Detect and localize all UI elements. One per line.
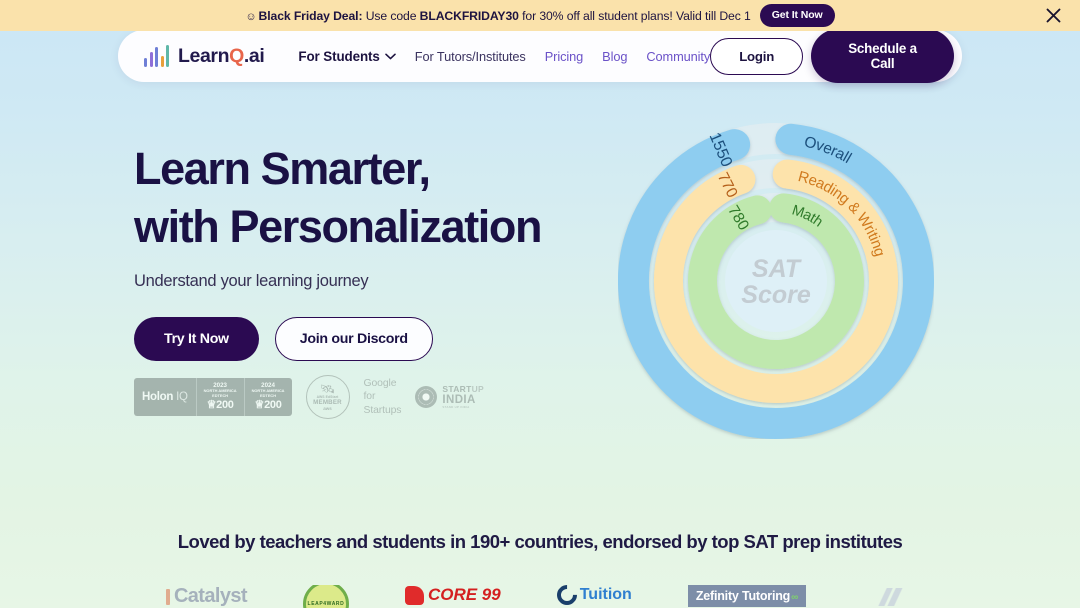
learnq-waveform-icon	[144, 45, 169, 67]
tuition-mark-icon	[552, 585, 581, 608]
donut-center-label-line-1: SAT	[752, 255, 803, 283]
nav-links: For Students For Tutors/Institutes Prici…	[298, 47, 710, 65]
partner-logo-swoosh	[862, 588, 915, 606]
smiley-icon: ☺	[245, 10, 257, 23]
holoniq-name-light: IQ	[176, 391, 188, 403]
holoniq-badge: Holon IQ 2023 NORTH AMERICA EDTECH ♕200 …	[134, 378, 292, 416]
google-line-2: for	[363, 391, 376, 403]
close-icon[interactable]	[1042, 5, 1064, 27]
hero-cta-group: Try It Now Join our Discord	[134, 317, 604, 362]
schedule-a-call-button[interactable]: Schedule a Call	[811, 29, 954, 83]
try-it-now-button[interactable]: Try It Now	[134, 317, 259, 362]
hero-title-line-1: Learn Smarter,	[134, 143, 431, 194]
holoniq-cell-2024: 2024 NORTH AMERICA EDTECH ♕200	[245, 378, 292, 416]
page-title: Learn Smarter, with Personalization	[134, 140, 604, 256]
google-line-1: Google	[363, 378, 397, 390]
award-badges: Holon IQ 2023 NORTH AMERICA EDTECH ♕200 …	[134, 375, 484, 419]
hero-subtitle: Understand your learning journey	[134, 272, 369, 291]
sat-score-donut-chart: Overall 1550 Reading & Writing 770 Math 780 S…	[618, 123, 934, 439]
partner-logo-tuition: Tuition	[552, 585, 632, 608]
donut-center-label-line-2: Score	[741, 281, 811, 309]
nav-item-for-tutors[interactable]: For Tutors/Institutes	[415, 49, 526, 64]
startup-india-text: STARTUP INDIA STAND UP INDIA	[442, 385, 484, 409]
partner-logos: Catalyst LEAP4WARD CORE 99 Tuition Zefin…	[0, 585, 1080, 608]
partner-logo-zefinity: Zefinity Tutoring ∞	[687, 585, 807, 607]
startup-india-line-1: STARTUP	[442, 383, 485, 394]
nav-item-for-students[interactable]: For Students	[298, 47, 396, 65]
core99-mark-icon	[404, 585, 424, 605]
promo-text-before-code: Use code	[362, 8, 420, 23]
social-proof-headline: Loved by teachers and students in 190+ c…	[177, 531, 903, 552]
donut-svg: Overall1550Reading & Writing770Math780 S…	[618, 123, 934, 439]
holoniq-cell-2023: 2023 NORTH AMERICA EDTECH ♕200	[197, 378, 245, 416]
partner-logo-catalyst: Catalyst	[165, 585, 248, 608]
nav-item-pricing[interactable]: Pricing	[545, 49, 584, 64]
partner-label-catalyst: Catalyst	[173, 585, 248, 607]
brand-name-q: Q	[229, 44, 244, 67]
promo-banner: ☺ Black Friday Deal: Use code BLACKFRIDAY…	[0, 0, 1080, 31]
promo-banner-text: ☺ Black Friday Deal: Use code BLACKFRIDAY…	[245, 9, 750, 23]
partner-logo-core99: CORE 99	[404, 585, 501, 605]
nav-item-community[interactable]: Community	[646, 49, 710, 64]
partner-label-zefinity: Zefinity Tutoring	[695, 589, 791, 603]
get-it-now-button[interactable]: Get It Now	[759, 4, 835, 27]
login-button[interactable]: Login	[710, 37, 804, 75]
infinity-icon: ∞	[791, 592, 799, 603]
nav-item-blog[interactable]: Blog	[602, 49, 627, 64]
partner-label-tuition: Tuition	[579, 586, 632, 603]
main-navbar: LearnQ.ai For Students For Tutors/Instit…	[118, 29, 962, 83]
brand-name-main: Learn	[178, 44, 230, 67]
holoniq-rank: ♕200	[206, 399, 234, 412]
holoniq-rank: ♕200	[254, 399, 282, 412]
india-emblem-icon	[415, 386, 438, 408]
aws-edstart-badge: 🛰 AWS EdStart MEMBER aws	[305, 375, 350, 419]
startup-india-badge: STARTUP INDIA STAND UP INDIA	[415, 385, 484, 409]
google-for-startups-badge: Google for Startups	[364, 377, 402, 417]
google-line-3: Startups	[363, 404, 402, 416]
promo-text-after-code: for 30% off all student plans! Valid til…	[518, 8, 751, 23]
nav-actions: Login Schedule a Call	[710, 29, 954, 83]
nav-item-for-students-label: For Students	[298, 48, 380, 64]
aws-member-label: MEMBER	[313, 399, 342, 406]
partner-logo-leap4ward: LEAP4WARD	[302, 585, 349, 608]
brand-logo[interactable]: LearnQ.ai	[144, 44, 265, 68]
promo-banner-content: ☺ Black Friday Deal: Use code BLACKFRIDAY…	[245, 4, 835, 27]
partner-label-core99: CORE 99	[427, 585, 501, 604]
brand-name-tail: .ai	[243, 44, 265, 67]
partner-label-leap4ward: LEAP4WARD	[307, 601, 345, 607]
aws-label: aws	[323, 406, 332, 411]
holoniq-name: Holon IQ	[134, 378, 197, 416]
startup-india-line-3: STAND UP INDIA	[442, 404, 470, 409]
join-our-discord-button[interactable]: Join our Discord	[274, 317, 433, 362]
holoniq-name-main: Holon	[142, 391, 174, 403]
hero-section: Learn Smarter, with Personalization Unde…	[134, 140, 604, 362]
brand-name: LearnQ.ai	[178, 44, 265, 68]
chevron-down-icon	[384, 47, 396, 65]
hero-title-line-2: with Personalization	[134, 201, 542, 253]
promo-code: BLACKFRIDAY30	[419, 8, 519, 23]
rocket-icon: 🛰	[319, 382, 336, 396]
catalyst-mark-icon	[165, 588, 170, 605]
promo-bold-lead: Black Friday Deal:	[258, 8, 363, 23]
